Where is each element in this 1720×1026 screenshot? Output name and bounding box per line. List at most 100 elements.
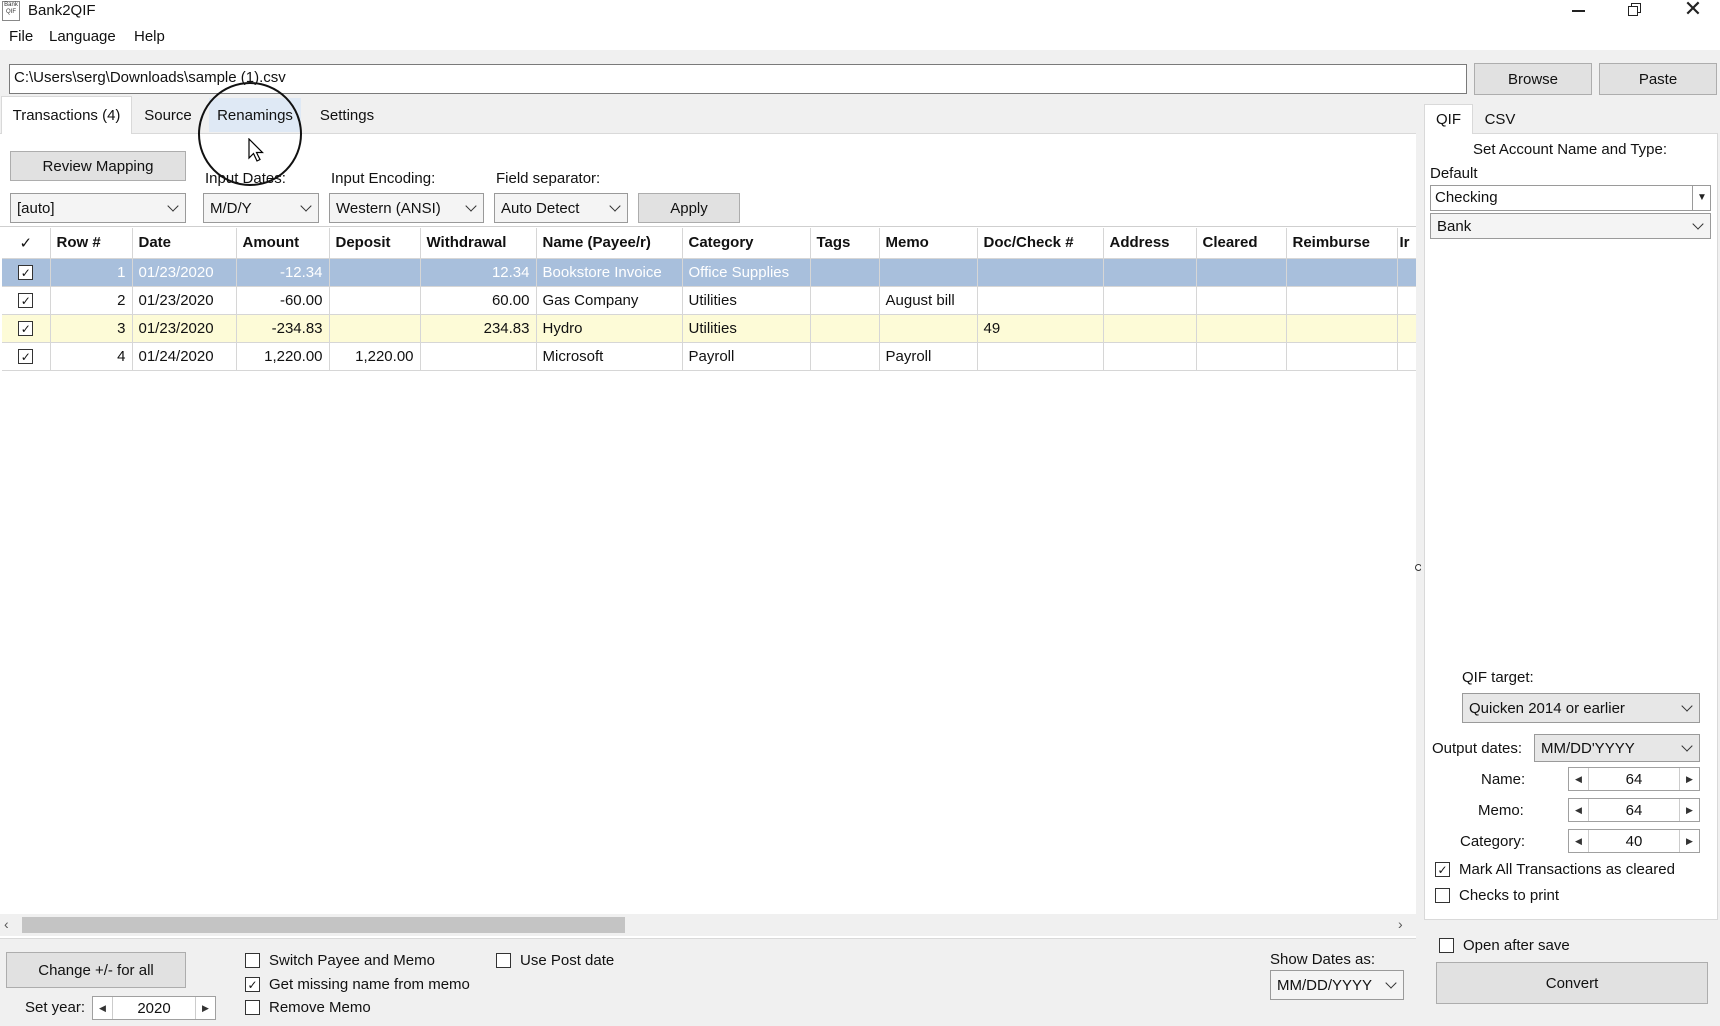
cell-amount[interactable]: -60.00: [236, 286, 330, 315]
cell-reimburse[interactable]: [1286, 314, 1398, 343]
account-name-combo[interactable]: Checking ▼: [1430, 185, 1711, 211]
increment-icon[interactable]: ▶: [195, 997, 215, 1019]
cell-withdrawal[interactable]: [420, 342, 537, 371]
set-year-stepper[interactable]: ◀ 2020 ▶: [92, 996, 216, 1020]
col-deposit[interactable]: Deposit: [329, 228, 421, 259]
col-category[interactable]: Category: [682, 228, 811, 259]
col-doc[interactable]: Doc/Check #: [977, 228, 1104, 259]
cell-row-number[interactable]: 2: [50, 286, 133, 315]
close-icon[interactable]: ✕: [1682, 0, 1704, 20]
row-checkbox[interactable]: ✓: [18, 321, 34, 336]
increment-icon[interactable]: ▶: [1679, 799, 1699, 821]
cell-amount[interactable]: 1,220.00: [236, 342, 330, 371]
increment-icon[interactable]: ▶: [1679, 768, 1699, 790]
checks-to-print-checkbox[interactable]: [1435, 888, 1450, 903]
review-mapping-button[interactable]: Review Mapping: [10, 151, 186, 181]
get-missing-name-checkbox[interactable]: ✓: [245, 977, 260, 992]
cell-memo[interactable]: August bill: [879, 286, 978, 315]
cell-tags[interactable]: [810, 342, 880, 371]
cell-payee-name[interactable]: Hydro: [536, 314, 683, 343]
convert-button[interactable]: Convert: [1436, 962, 1708, 1004]
row-checkbox-cell[interactable]: ✓: [2, 286, 51, 315]
cell-date[interactable]: 01/23/2020: [132, 314, 237, 343]
cell-withdrawal[interactable]: 12.34: [420, 258, 537, 287]
switch-payee-memo-checkbox[interactable]: [245, 953, 260, 968]
apply-button[interactable]: Apply: [638, 193, 740, 223]
restore-icon[interactable]: [1624, 0, 1646, 22]
scrollbar-thumb[interactable]: [22, 917, 625, 933]
decrement-icon[interactable]: ◀: [93, 997, 113, 1019]
col-memo[interactable]: Memo: [879, 228, 978, 259]
cell-reimburse[interactable]: [1286, 286, 1398, 315]
col-tags[interactable]: Tags: [810, 228, 880, 259]
col-withdrawal[interactable]: Withdrawal: [420, 228, 537, 259]
cell-doc-check[interactable]: [977, 286, 1104, 315]
col-address[interactable]: Address: [1103, 228, 1197, 259]
col-name[interactable]: Name (Payee/r): [536, 228, 683, 259]
table-row[interactable]: ✓ 3 01/23/2020 -234.83 234.83 Hydro Utilities 4…: [2, 314, 1421, 343]
cell-payee-name[interactable]: Bookstore Invoice: [536, 258, 683, 287]
name-length-stepper[interactable]: ◀ 64 ▶: [1568, 767, 1700, 791]
cell-withdrawal[interactable]: 60.00: [420, 286, 537, 315]
cell-date[interactable]: 01/23/2020: [132, 258, 237, 287]
cell-payee-name[interactable]: Microsoft: [536, 342, 683, 371]
col-amount[interactable]: Amount: [236, 228, 330, 259]
cell-payee-name[interactable]: Gas Company: [536, 286, 683, 315]
cell-amount[interactable]: -12.34: [236, 258, 330, 287]
account-type-select[interactable]: Bank: [1430, 213, 1711, 239]
horizontal-scrollbar[interactable]: ‹ ›: [0, 914, 1416, 936]
cell-category[interactable]: Payroll: [682, 342, 811, 371]
cell-row-number[interactable]: 4: [50, 342, 133, 371]
cell-cleared[interactable]: [1196, 342, 1287, 371]
cell-category[interactable]: Utilities: [682, 314, 811, 343]
col-check[interactable]: ✓: [2, 228, 51, 259]
scroll-right-icon[interactable]: ›: [1398, 916, 1403, 932]
table-row[interactable]: ✓ 4 01/24/2020 1,220.00 1,220.00 Microsoft Pay…: [2, 342, 1421, 371]
cell-deposit[interactable]: [329, 314, 421, 343]
row-checkbox-cell[interactable]: ✓: [2, 342, 51, 371]
field-separator-select[interactable]: Auto Detect: [494, 193, 628, 223]
cell-row-number[interactable]: 3: [50, 314, 133, 343]
cell-tags[interactable]: [810, 286, 880, 315]
cell-tags[interactable]: [810, 258, 880, 287]
cell-cleared[interactable]: [1196, 258, 1287, 287]
row-checkbox[interactable]: ✓: [18, 349, 34, 364]
name-length-value[interactable]: 64: [1589, 768, 1679, 790]
use-post-date-checkbox[interactable]: [496, 953, 511, 968]
row-checkbox-cell[interactable]: ✓: [2, 258, 51, 287]
account-name-input[interactable]: Checking: [1431, 186, 1693, 210]
cell-reimburse[interactable]: [1286, 342, 1398, 371]
row-checkbox-cell[interactable]: ✓: [2, 314, 51, 343]
cell-cleared[interactable]: [1196, 286, 1287, 315]
cell-category[interactable]: Office Supplies: [682, 258, 811, 287]
memo-length-value[interactable]: 64: [1589, 799, 1679, 821]
cell-category[interactable]: Utilities: [682, 286, 811, 315]
open-after-save-checkbox[interactable]: [1439, 938, 1454, 953]
table-row[interactable]: ✓ 1 01/23/2020 -12.34 12.34 Bookstore Invoice…: [2, 258, 1421, 287]
col-row[interactable]: Row #: [50, 228, 133, 259]
cell-address[interactable]: [1103, 314, 1197, 343]
cell-address[interactable]: [1103, 258, 1197, 287]
input-encoding-select[interactable]: Western (ANSI): [329, 193, 484, 223]
remove-memo-checkbox[interactable]: [245, 1000, 260, 1015]
col-reimburse[interactable]: Reimburse: [1286, 228, 1398, 259]
tab-qif[interactable]: QIF: [1424, 104, 1473, 134]
paste-button[interactable]: Paste: [1599, 63, 1717, 95]
cell-row-number[interactable]: 1: [50, 258, 133, 287]
cell-doc-check[interactable]: [977, 342, 1104, 371]
cell-memo[interactable]: [879, 258, 978, 287]
cell-amount[interactable]: -234.83: [236, 314, 330, 343]
tab-transactions[interactable]: Transactions (4): [1, 96, 132, 134]
cell-reimburse[interactable]: [1286, 258, 1398, 287]
decrement-icon[interactable]: ◀: [1569, 768, 1589, 790]
menu-help[interactable]: Help: [134, 28, 165, 45]
tab-csv[interactable]: CSV: [1477, 104, 1523, 134]
browse-button[interactable]: Browse: [1474, 63, 1592, 95]
change-sign-button[interactable]: Change +/- for all: [6, 952, 186, 988]
increment-icon[interactable]: ▶: [1679, 830, 1699, 852]
show-dates-select[interactable]: MM/DD/YYYY: [1270, 970, 1404, 1000]
category-length-value[interactable]: 40: [1589, 830, 1679, 852]
table-row[interactable]: ✓ 2 01/23/2020 -60.00 60.00 Gas Company Utilit…: [2, 286, 1421, 315]
menu-file[interactable]: File: [9, 28, 33, 45]
output-dates-select[interactable]: MM/DD'YYYY: [1534, 734, 1700, 762]
